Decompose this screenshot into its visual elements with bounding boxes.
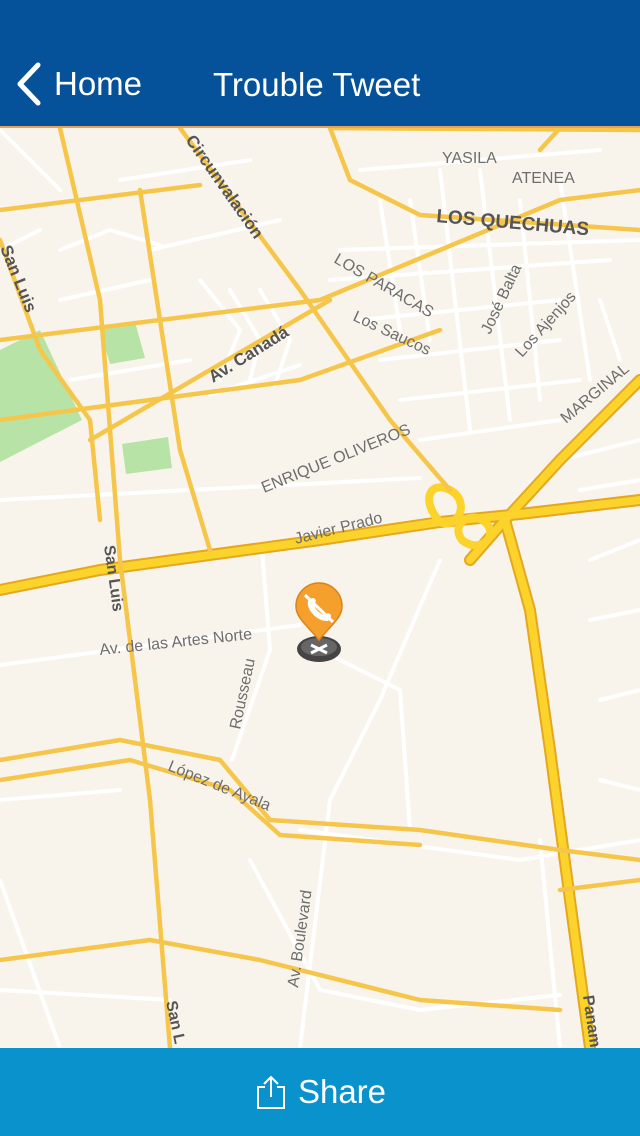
share-button[interactable]: Share	[0, 1048, 640, 1136]
map-view[interactable]: YASILA ATENEA LOS QUECHUAS Circunvalació…	[0, 128, 640, 1048]
chevron-left-icon	[17, 62, 41, 106]
share-label: Share	[297, 1073, 387, 1110]
share-icon	[256, 1075, 285, 1109]
no-phone-pin-icon[interactable]	[295, 582, 343, 662]
back-label: Home	[54, 65, 143, 102]
map-canvas[interactable]: YASILA ATENEA LOS QUECHUAS Circunvalació…	[0, 128, 640, 1048]
navigation-bar: Home Trouble Tweet	[0, 0, 640, 128]
back-button[interactable]: Home	[14, 58, 142, 110]
page-title: Trouble Tweet	[213, 66, 421, 103]
street-label-atenea: ATENEA	[512, 170, 575, 187]
street-label-yasila: YASILA	[442, 150, 497, 167]
